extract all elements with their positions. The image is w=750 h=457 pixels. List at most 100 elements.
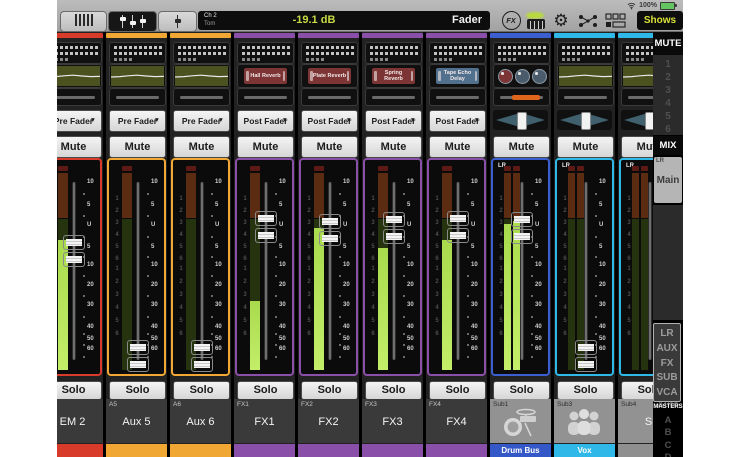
solo-button[interactable]: Solo [365,381,422,400]
channel-name-plate[interactable]: Sub3 [554,399,615,443]
fader-track[interactable] [392,182,396,360]
fader-cap[interactable] [383,212,405,245]
fader-track[interactable] [648,182,652,360]
fader-cap[interactable] [63,235,85,268]
masters-bank-aux[interactable]: AUX [654,343,680,354]
mute-group-button[interactable]: 1 [653,59,683,70]
dynamics-thumbnail[interactable] [429,88,486,106]
masters-bank-vca[interactable]: VCA [654,387,680,398]
geq-thumbnail[interactable] [109,42,166,64]
geq-thumbnail[interactable] [365,42,422,64]
fader-track[interactable] [136,182,140,360]
fader-tap-dropdown[interactable]: Pre Fader ▼ [173,110,230,132]
banks-button[interactable] [605,10,627,31]
comp-knob[interactable] [532,69,547,84]
channel-name-plate[interactable]: A6 Aux 6 [170,399,231,443]
view-group-button[interactable]: B [653,427,683,438]
fader-track[interactable] [584,182,588,360]
fader-tap-dropdown[interactable]: Post Fader ▼ [301,110,358,132]
fader-track[interactable] [456,182,460,360]
fader-track[interactable] [200,182,204,360]
fader-cap[interactable] [191,340,213,373]
pan-handle[interactable] [516,112,527,130]
eq-thumbnail[interactable] [57,64,102,88]
geq-button[interactable] [525,10,547,31]
mute-button[interactable]: Mute [237,136,294,158]
mute-button[interactable]: Mute [365,136,422,158]
channel-name-plate[interactable]: FX3 FX3 [362,399,423,443]
mute-group-button[interactable]: 6 [653,124,683,135]
solo-button[interactable]: Solo [109,381,166,400]
geq-thumbnail[interactable] [237,42,294,64]
dynamics-thumbnail[interactable] [173,88,230,106]
shows-button[interactable]: Shows [637,11,683,30]
fx-plugin-slot[interactable]: Spring Reverb [365,64,422,88]
masters-bank-fx[interactable]: FX [654,358,680,369]
fader-cap[interactable] [255,210,277,243]
view-button-channels[interactable] [60,11,107,32]
view-button-faders[interactable] [108,11,157,32]
fader-tap-dropdown[interactable]: Post Fader ▼ [429,110,486,132]
pan-handle[interactable] [580,112,591,130]
eq-thumbnail[interactable] [109,64,166,88]
mute-button[interactable]: Mute [301,136,358,158]
channel-name-plate[interactable]: FX4 FX4 [426,399,487,443]
solo-button[interactable]: Solo [429,381,486,400]
mix-select-main-button[interactable]: LR Main [654,157,682,203]
fader-tap-dropdown[interactable]: Post Fader ▼ [237,110,294,132]
fader-cap[interactable] [511,212,533,245]
solo-button[interactable]: Solo [557,381,614,400]
channel-name-plate[interactable]: EM 2 [57,399,103,443]
geq-thumbnail[interactable] [493,42,550,64]
mute-group-button[interactable]: 4 [653,98,683,109]
pan-control[interactable] [493,110,548,130]
fader-tap-dropdown[interactable]: Post Fader ▼ [365,110,422,132]
dynamics-thumbnail[interactable] [493,88,550,106]
channel-name-plate[interactable]: FX2 FX2 [298,399,359,443]
solo-button[interactable]: Solo [57,381,102,400]
fader-cap[interactable] [575,340,597,373]
comp-knob[interactable] [498,69,513,84]
mute-button[interactable]: Mute [493,136,550,158]
mute-group-button[interactable]: 2 [653,72,683,83]
mute-button[interactable]: Mute [57,136,102,158]
mute-group-button[interactable]: 3 [653,85,683,96]
geq-thumbnail[interactable] [173,42,230,64]
fader-track[interactable] [520,182,524,360]
geq-thumbnail[interactable] [557,42,614,64]
channel-name-plate[interactable]: Sub1 [490,399,551,443]
dynamics-thumbnail[interactable] [57,88,102,106]
dynamics-thumbnail[interactable] [365,88,422,106]
masters-bank-sub[interactable]: SUB [654,372,680,383]
dynamics-thumbnail[interactable] [109,88,166,106]
mute-group-button[interactable]: 5 [653,111,683,122]
mute-button[interactable]: Mute [429,136,486,158]
solo-button[interactable]: Solo [173,381,230,400]
comp-knob[interactable] [515,69,530,84]
dynamics-thumbnail[interactable] [557,88,614,106]
eq-thumbnail[interactable] [173,64,230,88]
fx-plugin-slot[interactable]: Plate Reverb [301,64,358,88]
geq-thumbnail[interactable] [429,42,486,64]
comp-knobs-thumbnail[interactable] [493,64,550,88]
fx-plugin-slot[interactable]: Tape Echo Delay [429,64,486,88]
pan-control[interactable] [557,110,612,130]
eq-thumbnail[interactable] [557,64,614,88]
solo-button[interactable]: Solo [301,381,358,400]
solo-button[interactable]: Solo [493,381,550,400]
fader-tap-dropdown[interactable]: Pre Fader ▼ [57,110,102,132]
dynamics-thumbnail[interactable] [301,88,358,106]
geq-thumbnail[interactable] [57,42,102,64]
channel-name-plate[interactable]: A5 Aux 5 [106,399,167,443]
fader-cap[interactable] [127,340,149,373]
view-group-button[interactable]: D [653,452,683,457]
dynamics-thumbnail[interactable] [237,88,294,106]
view-group-button[interactable]: A [653,415,683,426]
mute-button[interactable]: Mute [173,136,230,158]
settings-button[interactable]: ⚙ [550,10,572,31]
fader-cap[interactable] [447,210,469,243]
masters-bank-lr[interactable]: LR [654,328,680,339]
fader-cap[interactable] [319,214,341,247]
fader-track[interactable] [264,182,268,360]
channel-name-plate[interactable]: FX1 FX1 [234,399,295,443]
